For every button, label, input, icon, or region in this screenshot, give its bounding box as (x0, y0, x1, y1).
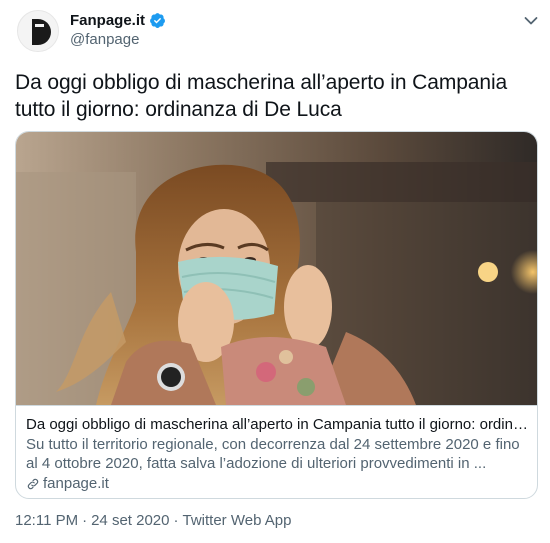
tweet-source[interactable]: Twitter Web App (183, 512, 292, 529)
link-card[interactable]: Da oggi obbligo di mascherina all’aperto… (15, 131, 538, 499)
tweet-text: Da oggi obbligo di mascherina all’aperto… (15, 71, 508, 121)
verified-badge-icon (150, 13, 165, 28)
tweet-date[interactable]: 24 set 2020 (91, 512, 169, 529)
author-name-row[interactable]: Fanpage.it (70, 12, 166, 29)
tweet: Fanpage.it @fanpage Da oggi obbligo di m… (0, 0, 550, 543)
card-body[interactable]: Da oggi obbligo di mascherina all’aperto… (16, 405, 537, 498)
tweet-meta: 12:11 PM · 24 set 2020 · Twitter Web App (15, 512, 291, 529)
author-display-name[interactable]: Fanpage.it (70, 12, 145, 29)
card-image[interactable] (16, 132, 537, 405)
tweet-time[interactable]: 12:11 PM (15, 512, 78, 529)
meta-separator: · (173, 512, 179, 529)
card-description: Su tutto il territorio regionale, con de… (26, 436, 520, 472)
card-domain[interactable]: fanpage.it (26, 474, 109, 493)
link-icon (27, 478, 39, 489)
meta-separator: · (82, 512, 88, 529)
fanpage-logo-icon (18, 11, 58, 51)
card-domain-text[interactable]: fanpage.it (43, 474, 109, 493)
chevron-down-icon[interactable] (522, 12, 540, 30)
card-title[interactable]: Da oggi obbligo di mascherina all’aperto… (26, 415, 532, 434)
avatar[interactable] (17, 10, 59, 52)
photo-woman-putting-on-face-mask (16, 132, 537, 405)
author-handle[interactable]: @fanpage (70, 31, 139, 48)
